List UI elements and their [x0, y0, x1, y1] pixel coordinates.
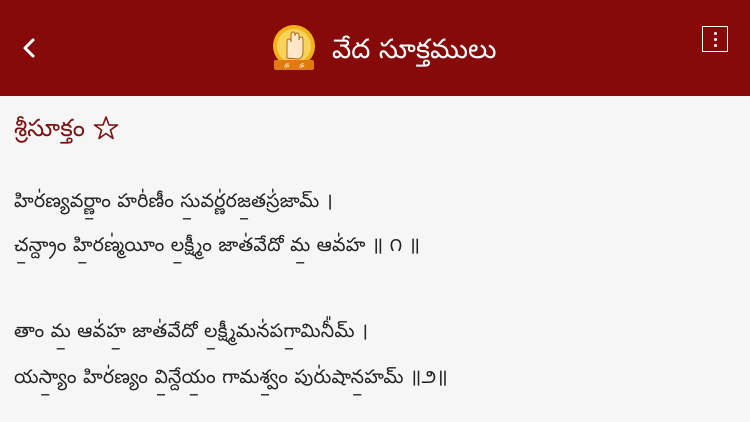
overflow-menu-button[interactable] [702, 26, 728, 52]
app-bar: ॐ ॐ వేద సూక్తములు [0, 0, 750, 96]
back-button[interactable] [12, 30, 46, 66]
verse-line: యస్యాం॒ హిర॑ణ్యం వి॒న్దేయం॒ గామశ్వం॒ పుర… [14, 366, 448, 388]
section-heading: శ్రీసూక్తం [14, 110, 119, 146]
vertical-dots-icon [713, 31, 717, 35]
verse-line: చ॒న్ద్రాం హి॒రణ్మ॑యీం ల॒క్ష్మీం జాత॑వేదో… [14, 234, 421, 256]
chevron-left-icon [23, 38, 35, 58]
svg-text:ॐ: ॐ [299, 62, 305, 70]
content-area[interactable]: శ్రీసూక్తం హిర॑ణ్యవర్ణాం॒ హరి॑ణీం సు॒వర్… [0, 96, 750, 422]
blessing-hand-logo: ॐ ॐ [273, 25, 315, 70]
star-outline-icon[interactable] [93, 115, 119, 141]
svg-text:ॐ: ॐ [284, 62, 290, 70]
section-title: శ్రీసూక్తం [14, 114, 85, 142]
verse-line: హిర॑ణ్యవర్ణాం॒ హరి॑ణీం సు॒వర్ణ॑రజ॒తస్ర॑జ… [14, 190, 334, 212]
verse-line: తాం మ॒ ఆవ॑హ॒ జాత॑వేదో ల॒క్ష్మీమన॑పగా॒మిన… [14, 320, 369, 342]
app-title: వేద సూక్తములు [332, 34, 497, 65]
